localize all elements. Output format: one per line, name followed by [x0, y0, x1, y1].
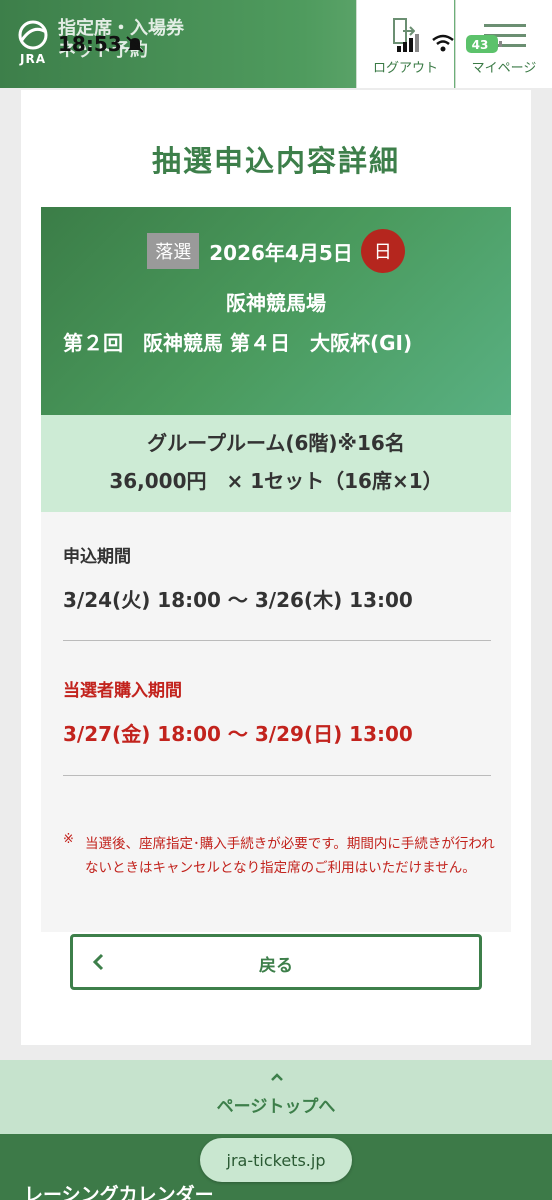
purchase-period-value: 3/27(金) 18:00 〜 3/29(日) 13:00: [63, 722, 413, 746]
divider: [63, 775, 491, 776]
bell-muted-icon: [126, 36, 144, 53]
venue-name: 阪神競馬場: [226, 291, 326, 315]
application-period-value: 3/24(火) 18:00 〜 3/26(木) 13:00: [63, 588, 413, 612]
signal-icon: [397, 34, 419, 52]
seat-price: 36,000円 × 1セット（16席×1）: [109, 469, 443, 493]
event-date-row: 落選 2026年4月5日 日: [41, 229, 511, 273]
detail-card: 抽選申込内容詳細 落選 2026年4月5日 日 阪神競馬場 第２回 阪神競馬 第…: [21, 90, 531, 1045]
page-top-link[interactable]: ページトップへ: [0, 1060, 552, 1134]
seat-name: グループルーム(6階)※16名: [147, 431, 405, 455]
jra-logo-icon[interactable]: [14, 20, 52, 50]
notice-text: 当選後、座席指定･購入手続きが必要です。期間内に手続きが行われないときはキャンセ…: [85, 836, 495, 876]
page-top-label: ページトップへ: [216, 1097, 336, 1117]
race-name: 第２回 阪神競馬 第４日 大阪杯(GⅠ): [63, 331, 413, 355]
chevron-up-icon: [271, 1073, 283, 1081]
note-mark: ※: [63, 832, 74, 847]
back-button[interactable]: 戻る: [70, 934, 482, 990]
battery-icon: 43: [466, 35, 502, 53]
lottery-result-badge: 落選: [147, 233, 200, 269]
event-date: 2026年4月5日: [209, 240, 353, 265]
seat-summary: グループルーム(6階)※16名 36,000円 × 1セット（16席×1）: [41, 415, 511, 512]
purchase-period-label: 当選者購入期間: [63, 681, 182, 701]
status-time: 18:53: [58, 32, 122, 56]
application-period-label: 申込期間: [63, 547, 131, 567]
app-header: JRA 指定席・入場券 ネット予約 18:53 ログアウト マイページ 43: [0, 0, 552, 88]
event-summary: 落選 2026年4月5日 日 阪神競馬場 第２回 阪神競馬 第４日 大阪杯(GⅠ…: [41, 207, 511, 415]
url-bar[interactable]: jra-tickets.jp: [200, 1138, 352, 1182]
period-section: 申込期間 3/24(火) 18:00 〜 3/26(木) 13:00 当選者購入…: [41, 512, 511, 932]
page-title: 抽選申込内容詳細: [151, 144, 400, 178]
footer-title[interactable]: レーシングカレンダー: [24, 1180, 214, 1200]
logo-text: JRA: [20, 52, 46, 66]
logout-label: ログアウト: [372, 61, 438, 76]
battery-level: 43: [472, 38, 489, 52]
back-label: 戻る: [259, 956, 293, 976]
wifi-icon: [432, 34, 454, 52]
mypage-label: マイページ: [471, 61, 537, 76]
weekday-badge: 日: [360, 229, 405, 273]
divider: [63, 640, 491, 641]
